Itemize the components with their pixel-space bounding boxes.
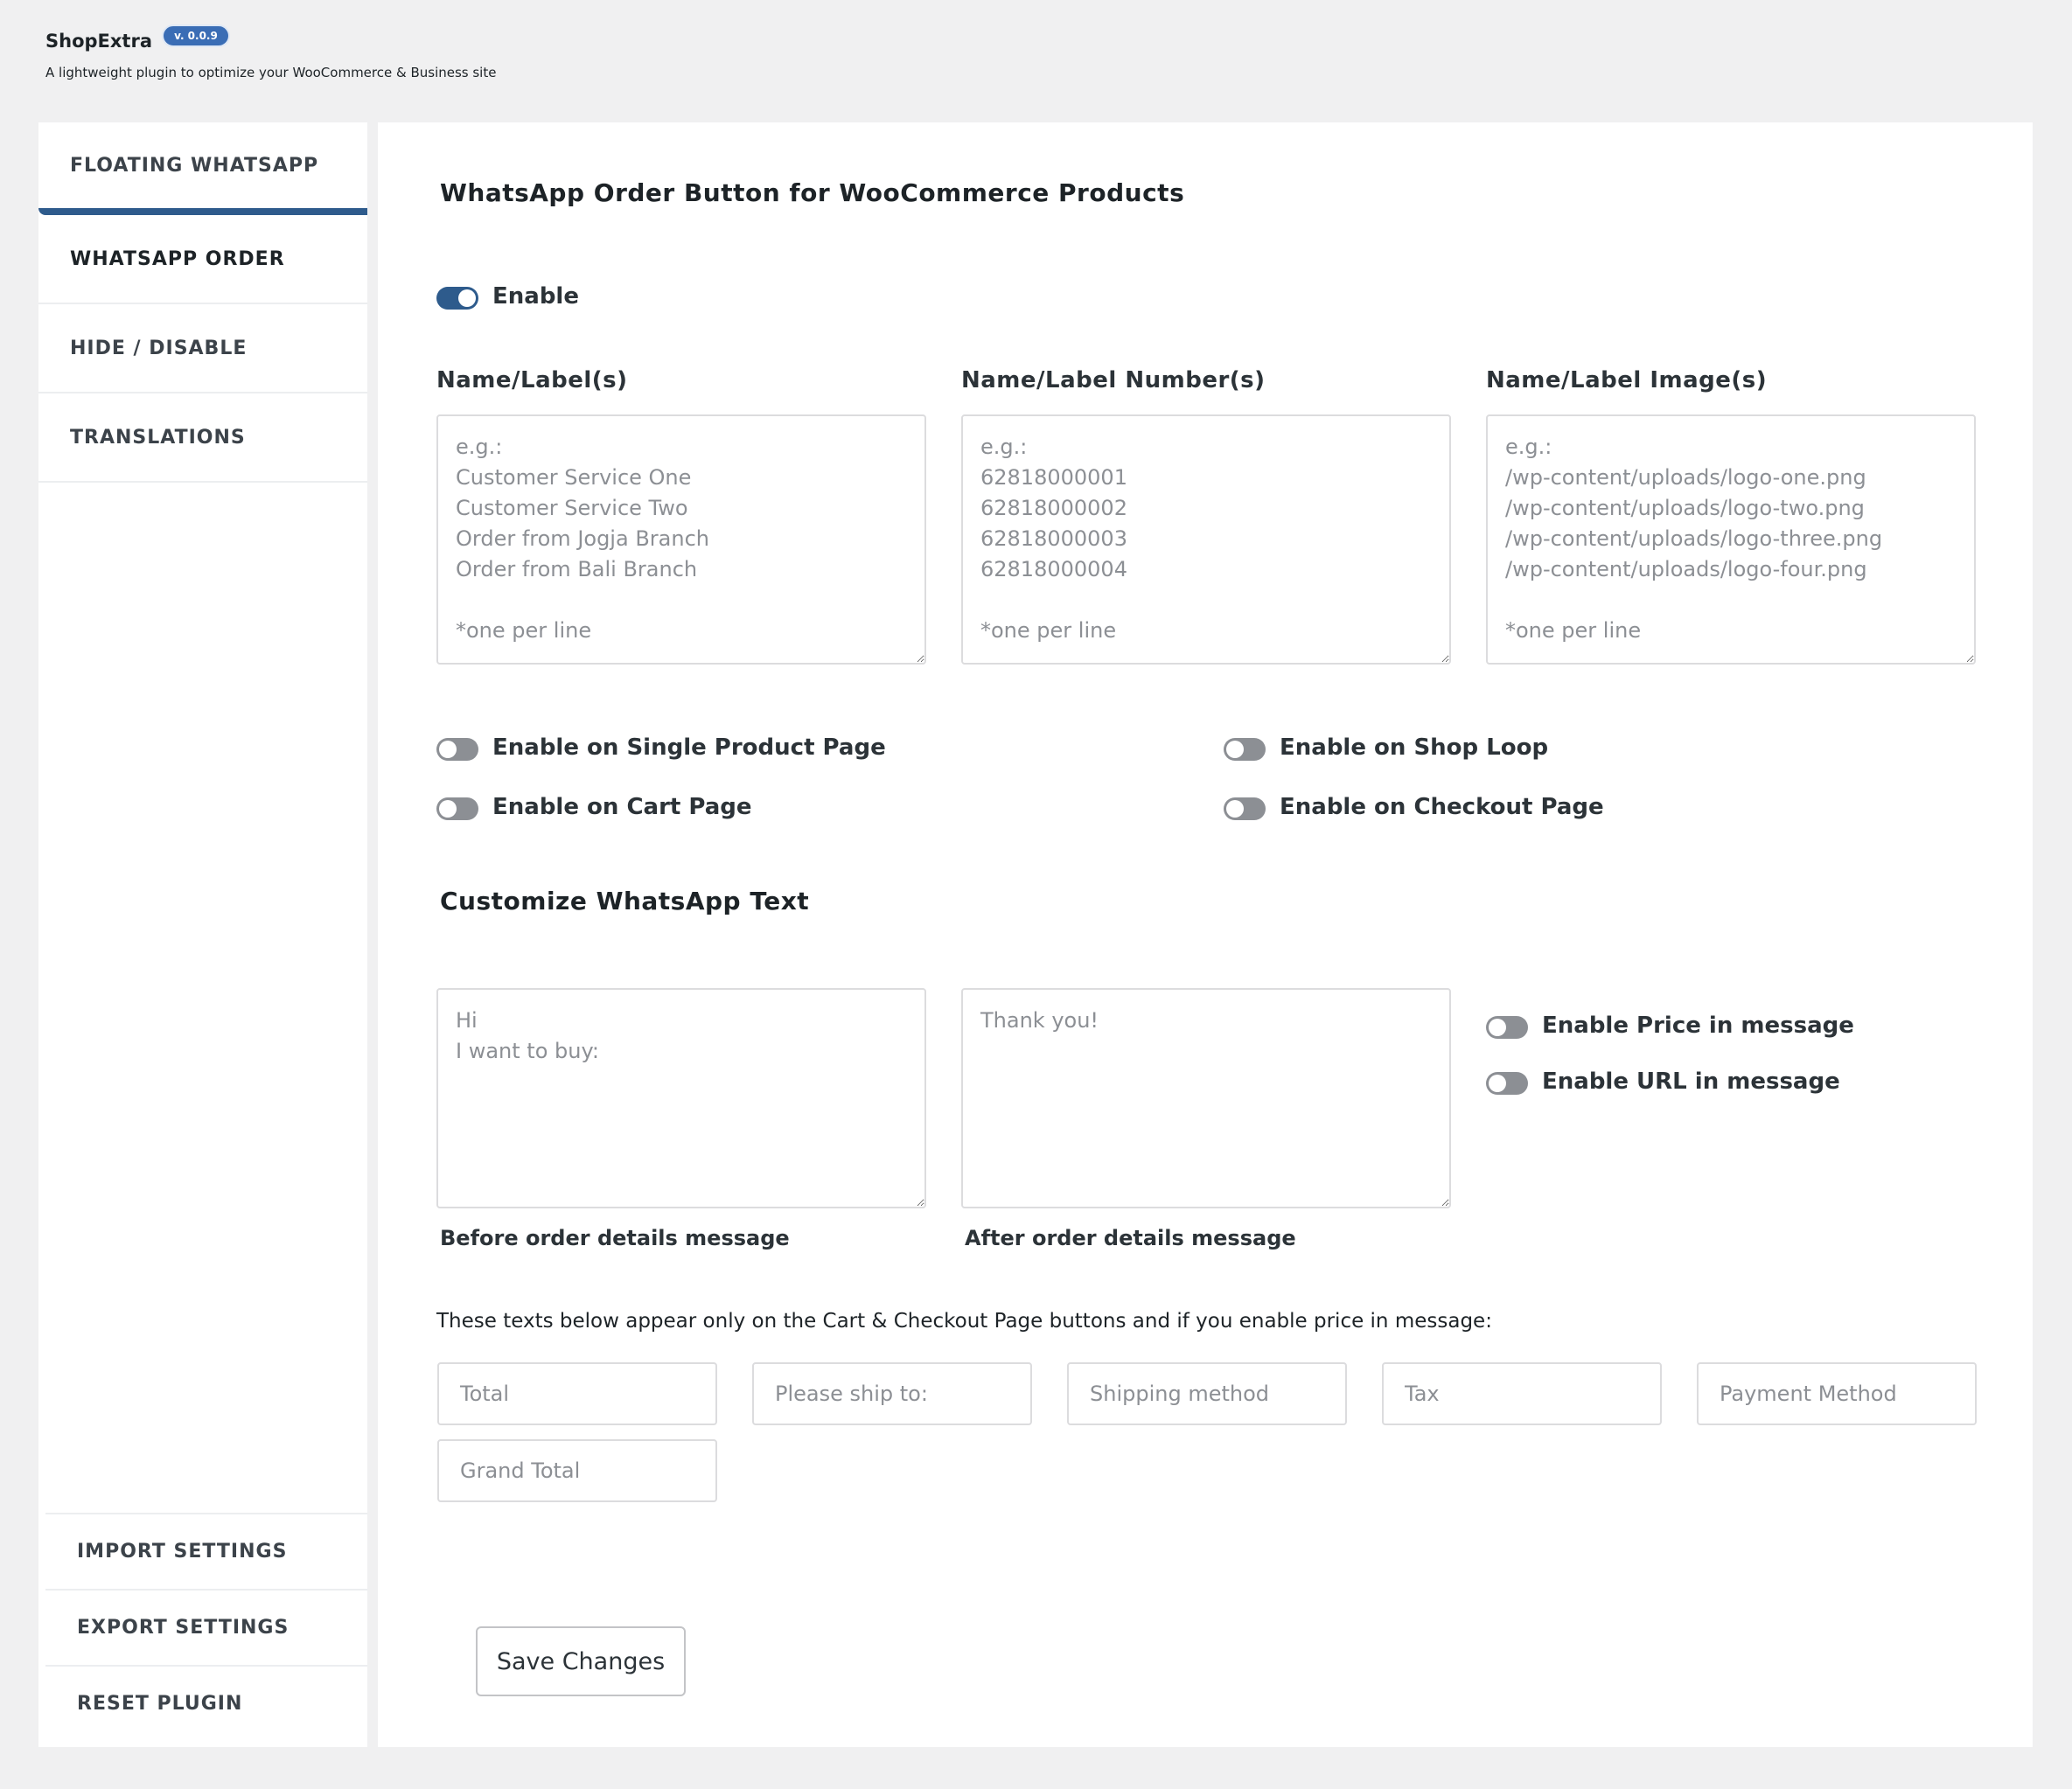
price-in-message-label: Enable Price in message bbox=[1542, 1013, 1854, 1039]
name-label-numbers-label: Name/Label Number(s) bbox=[961, 367, 1266, 393]
save-changes-button[interactable]: Save Changes bbox=[476, 1626, 686, 1696]
cart-page-toggle[interactable] bbox=[436, 797, 478, 820]
export-settings-button[interactable]: EXPORT SETTINGS bbox=[45, 1589, 367, 1664]
page-title: WhatsApp Order Button for WooCommerce Pr… bbox=[440, 178, 1185, 207]
price-in-message-toggle[interactable] bbox=[1486, 1016, 1528, 1039]
sidebar: FLOATING WHATSAPP WHATSAPP ORDER HIDE / … bbox=[38, 122, 378, 1747]
before-message-textarea[interactable] bbox=[436, 988, 926, 1208]
after-message-textarea[interactable] bbox=[961, 988, 1451, 1208]
customize-title: Customize WhatsApp Text bbox=[440, 887, 810, 915]
grand-total-input[interactable] bbox=[437, 1439, 717, 1502]
url-in-message-toggle[interactable] bbox=[1486, 1072, 1528, 1095]
url-in-message-label: Enable URL in message bbox=[1542, 1069, 1840, 1095]
main-content: WhatsApp Order Button for WooCommerce Pr… bbox=[388, 122, 2033, 1747]
cart-page-label: Enable on Cart Page bbox=[492, 794, 752, 820]
total-input[interactable] bbox=[437, 1362, 717, 1425]
import-settings-button[interactable]: IMPORT SETTINGS bbox=[45, 1513, 367, 1588]
cart-checkout-note: These texts below appear only on the Car… bbox=[436, 1310, 1492, 1333]
name-label-numbers-textarea[interactable] bbox=[961, 414, 1451, 665]
name-label-images-label: Name/Label Image(s) bbox=[1486, 367, 1768, 393]
name-labels-label: Name/Label(s) bbox=[436, 367, 628, 393]
app-subtitle: A lightweight plugin to optimize your Wo… bbox=[45, 65, 497, 80]
after-message-caption: After order details message bbox=[965, 1226, 1296, 1250]
payment-method-input[interactable] bbox=[1697, 1362, 1977, 1425]
enable-label: Enable bbox=[492, 283, 579, 310]
single-product-page-label: Enable on Single Product Page bbox=[492, 734, 886, 761]
enable-toggle[interactable] bbox=[436, 287, 478, 310]
tax-input[interactable] bbox=[1382, 1362, 1662, 1425]
version-badge: v. 0.0.9 bbox=[162, 24, 230, 47]
plugin-header: ShopExtra v. 0.0.9 A lightweight plugin … bbox=[45, 24, 497, 80]
sidebar-item-floating-whatsapp[interactable]: FLOATING WHATSAPP bbox=[38, 122, 367, 215]
shop-loop-label: Enable on Shop Loop bbox=[1280, 734, 1549, 761]
before-message-caption: Before order details message bbox=[440, 1226, 790, 1250]
name-labels-textarea[interactable] bbox=[436, 414, 926, 665]
reset-plugin-button[interactable]: RESET PLUGIN bbox=[45, 1665, 367, 1740]
ship-to-input[interactable] bbox=[752, 1362, 1032, 1425]
name-label-images-textarea[interactable] bbox=[1486, 414, 1976, 665]
sidebar-item-whatsapp-order[interactable]: WHATSAPP ORDER bbox=[38, 215, 367, 304]
sidebar-item-translations[interactable]: TRANSLATIONS bbox=[38, 393, 367, 483]
checkout-page-label: Enable on Checkout Page bbox=[1280, 794, 1604, 820]
sidebar-item-hide-disable[interactable]: HIDE / DISABLE bbox=[38, 304, 367, 393]
single-product-page-toggle[interactable] bbox=[436, 738, 478, 761]
shipping-method-input[interactable] bbox=[1067, 1362, 1347, 1425]
app-title: ShopExtra bbox=[45, 31, 152, 52]
settings-panel: FLOATING WHATSAPP WHATSAPP ORDER HIDE / … bbox=[38, 122, 2033, 1747]
checkout-page-toggle[interactable] bbox=[1224, 797, 1266, 820]
shop-loop-toggle[interactable] bbox=[1224, 738, 1266, 761]
